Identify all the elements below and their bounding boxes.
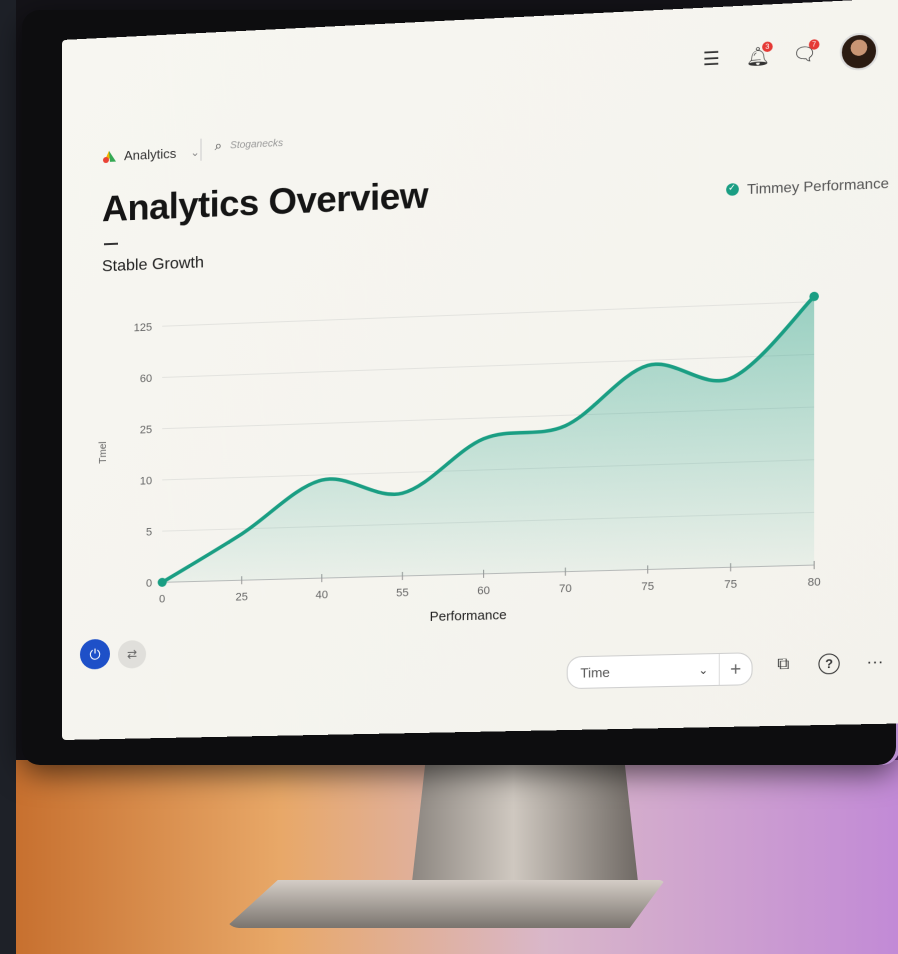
x-tick-label: 0 (159, 593, 165, 605)
chart-legend[interactable]: Timmey Performance (726, 175, 889, 198)
gridline (162, 302, 814, 327)
power-button[interactable]: ⏻ (80, 639, 110, 670)
x-axis-label: Performance (430, 607, 507, 624)
notification-badge: 3 (762, 41, 773, 52)
page-subtitle: Stable Growth (102, 254, 204, 276)
monitor: ☰ 🔔︎ 3 🗨︎ 7 Analytics ⌄ ⌕ Stoganecks Ana… (22, 10, 896, 765)
time-select[interactable]: Time ⌄ + (567, 652, 753, 689)
y-axis-ticks: 0 5 10 25 60 125 (134, 322, 152, 591)
x-tick-label: 25 (236, 591, 248, 603)
y-tick-label: 60 (140, 373, 152, 385)
chevron-down-icon[interactable]: ⌄ (190, 145, 199, 158)
y-tick-label: 125 (134, 322, 152, 335)
search-icon: ⌕ (215, 138, 222, 154)
analytics-logo-icon (102, 147, 118, 164)
header-divider (200, 139, 201, 161)
y-tick-label: 0 (146, 578, 152, 590)
brand[interactable]: Analytics ⌄ (102, 144, 200, 164)
help-icon[interactable]: ? (818, 653, 839, 674)
x-tick-label: 70 (559, 583, 572, 596)
x-tick-label: 40 (316, 589, 328, 601)
menu-icon[interactable]: ☰ (700, 47, 723, 71)
swap-button[interactable]: ⇄ (118, 640, 146, 669)
x-tick-label: 75 (641, 581, 654, 594)
bell-icon[interactable]: 🔔︎ 3 (746, 45, 769, 69)
message-icon[interactable]: 🗨︎ 7 (793, 42, 816, 66)
performance-chart: 0 5 10 25 60 125 0 25 40 55 60 70 75 75 80 Performanc… (92, 270, 835, 629)
x-tick-label: 55 (396, 587, 409, 600)
y-tick-label: 25 (140, 424, 152, 436)
legend-check-icon (726, 183, 739, 196)
search-input[interactable]: Stoganecks (230, 137, 283, 150)
add-button[interactable]: + (719, 653, 752, 685)
background-strip (0, 0, 16, 954)
time-select-value: Time (568, 662, 699, 680)
y-tick-label: 5 (146, 526, 152, 538)
monitor-base (225, 880, 665, 928)
chevron-down-icon: ⌄ (698, 663, 718, 677)
x-tick-label: 60 (477, 585, 490, 598)
page-title: Analytics Overview (102, 174, 428, 230)
series-area (162, 296, 814, 582)
gridline (162, 354, 814, 377)
y-tick-label: 10 (140, 475, 152, 487)
chat-icon[interactable]: ⧉ (772, 653, 795, 676)
message-badge: 7 (809, 39, 820, 50)
avatar[interactable] (840, 32, 878, 71)
title-underline (104, 243, 118, 246)
bottom-toolbar: ⧉ ? ··· (772, 651, 887, 676)
legend-label: Timmey Performance (747, 175, 889, 198)
x-tick-label: 75 (724, 578, 737, 591)
top-toolbar: ☰ 🔔︎ 3 🗨︎ 7 (700, 32, 878, 78)
x-tick-label: 80 (808, 576, 821, 589)
search-bar[interactable]: ⌕ Stoganecks (215, 135, 283, 154)
more-icon[interactable]: ··· (863, 651, 887, 674)
screen: ☰ 🔔︎ 3 🗨︎ 7 Analytics ⌄ ⌕ Stoganecks Ana… (62, 0, 898, 740)
start-point (158, 578, 167, 587)
brand-name: Analytics (124, 145, 176, 162)
end-point (809, 292, 819, 302)
